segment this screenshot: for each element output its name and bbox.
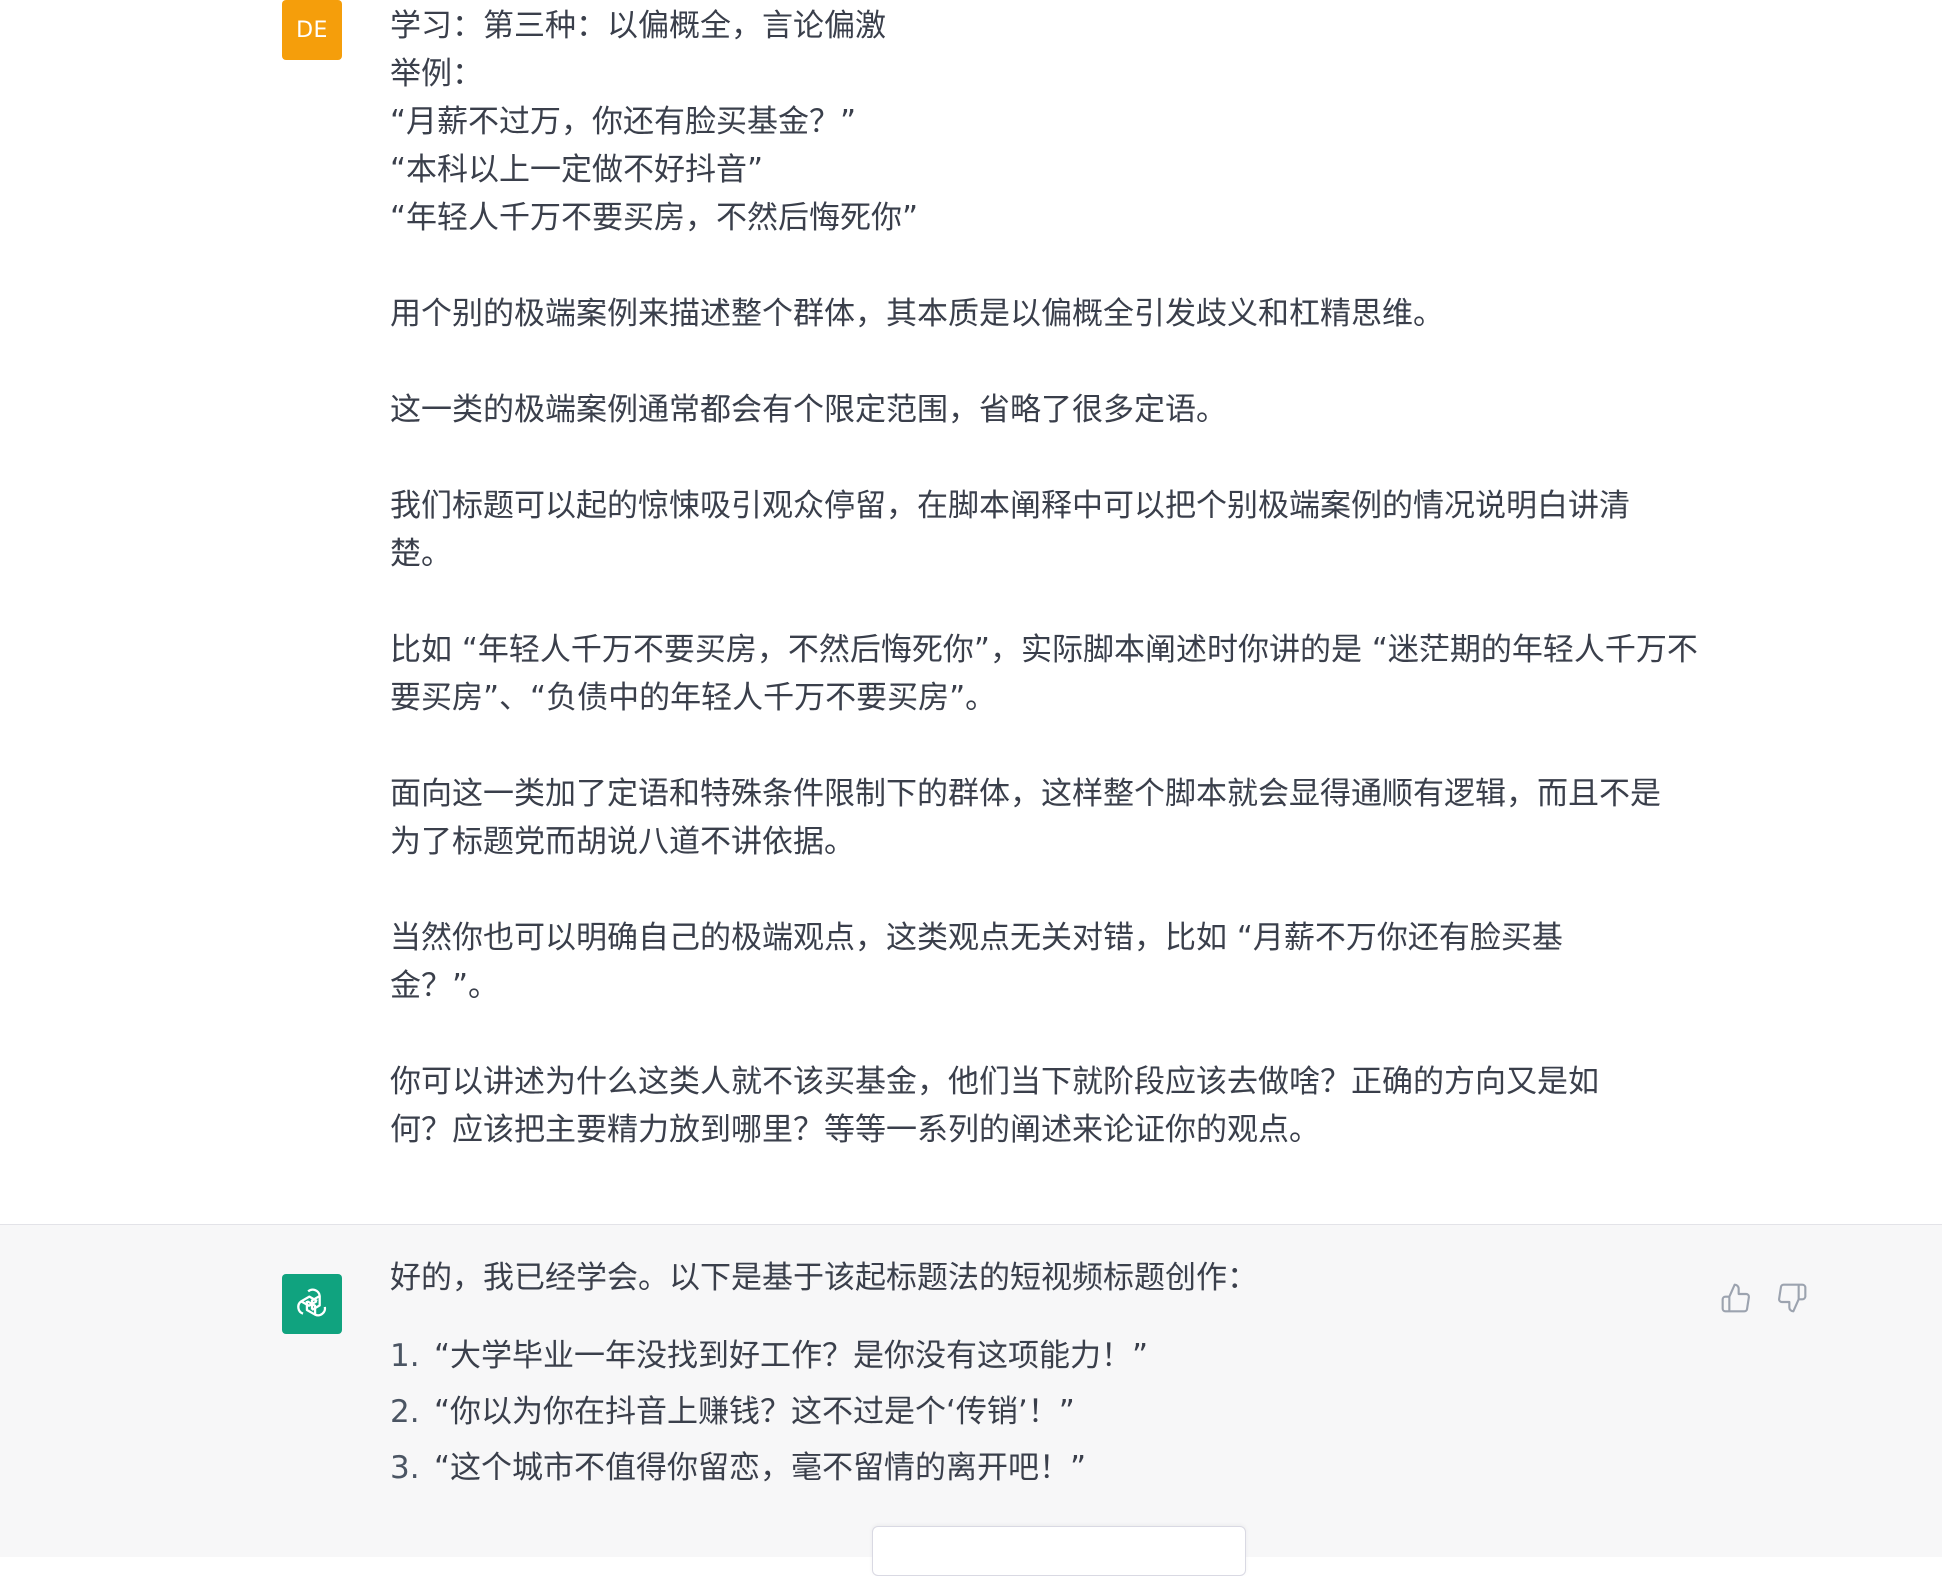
user-paragraph: 用个别的极端案例来描述整个群体，其本质是以偏概全引发歧义和杠精思维。 <box>390 296 1444 332</box>
list-item-number: 2. <box>390 1394 420 1430</box>
user-paragraph: 当然你也可以明确自己的极端观点，这类观点无关对错，比如 “月薪不万你还有脸买基金… <box>390 920 1563 1004</box>
thumbs-down-icon <box>1778 1283 1807 1313</box>
thumbs-up-button[interactable] <box>1716 1278 1756 1318</box>
openai-logo-icon <box>282 1274 342 1334</box>
list-item-number: 3. <box>390 1450 420 1486</box>
user-message-text: 学习：第三种：以偏概全，言论偏激 举例： “月薪不过万，你还有脸买基金？” “本… <box>390 2 1700 1154</box>
user-line: “年轻人千万不要买房，不然后悔死你” <box>390 200 919 236</box>
user-line: “本科以上一定做不好抖音” <box>390 152 764 188</box>
list-item: 3. “这个城市不值得你留恋，毫不留情的离开吧！” <box>390 1440 1700 1496</box>
list-item: 2. “你以为你在抖音上赚钱？这不过是个‘传销’！” <box>390 1384 1700 1440</box>
assistant-intro: 好的，我已经学会。以下是基于该起标题法的短视频标题创作： <box>390 1260 1258 1296</box>
user-paragraph: 我们标题可以起的惊悚吸引观众停留，在脚本阐释中可以把个别极端案例的情况说明白讲清… <box>390 488 1630 572</box>
user-avatar: DE <box>282 0 342 60</box>
user-paragraph: 这一类的极端案例通常都会有个限定范围，省略了很多定语。 <box>390 392 1227 428</box>
user-message-row: DE 学习：第三种：以偏概全，言论偏激 举例： “月薪不过万，你还有脸买基金？”… <box>0 0 1942 1225</box>
thumbs-down-button[interactable] <box>1772 1278 1812 1318</box>
user-line: “月薪不过万，你还有脸买基金？” <box>390 104 857 140</box>
list-item: 1. “大学毕业一年没找到好工作？是你没有这项能力！” <box>390 1328 1700 1384</box>
list-item-text: “你以为你在抖音上赚钱？这不过是个‘传销’！” <box>434 1394 1075 1430</box>
user-avatar-initials: DE <box>296 17 328 43</box>
user-line: 举例： <box>390 56 483 92</box>
thumbs-up-icon <box>1721 1283 1750 1313</box>
user-paragraph: 比如 “年轻人千万不要买房，不然后悔死你”，实际脚本阐述时你讲的是 “迷茫期的年… <box>390 632 1698 716</box>
assistant-message-text: 好的，我已经学会。以下是基于该起标题法的短视频标题创作： 1. “大学毕业一年没… <box>390 1254 1700 1496</box>
user-paragraph: 面向这一类加了定语和特殊条件限制下的群体，这样整个脚本就会显得通顺有逻辑，而且不… <box>390 776 1661 860</box>
list-item-text: “这个城市不值得你留恋，毫不留情的离开吧！” <box>434 1450 1087 1486</box>
user-line: 学习：第三种：以偏概全，言论偏激 <box>390 8 886 44</box>
list-item-number: 1. <box>390 1338 420 1374</box>
regenerate-button[interactable] <box>872 1526 1246 1576</box>
list-item-text: “大学毕业一年没找到好工作？是你没有这项能力！” <box>434 1338 1149 1374</box>
title-list: 1. “大学毕业一年没找到好工作？是你没有这项能力！” 2. “你以为你在抖音上… <box>390 1328 1700 1496</box>
user-paragraph: 你可以讲述为什么这类人就不该买基金，他们当下就阶段应该去做啥？正确的方向又是如何… <box>390 1064 1599 1148</box>
